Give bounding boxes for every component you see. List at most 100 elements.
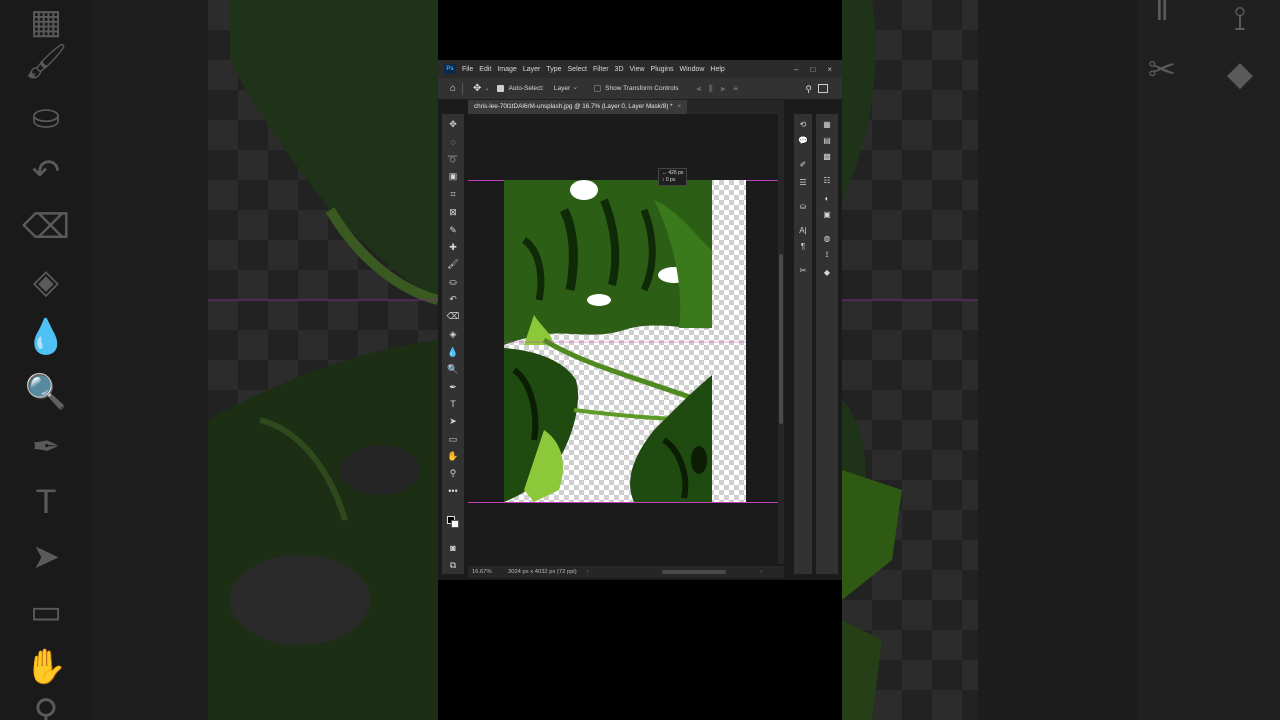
canvas-area[interactable]: ↔ 426 px ↕ 0 px <box>468 114 784 564</box>
background-color-swatch[interactable] <box>451 520 459 528</box>
toolbox: ✥ ◌ ➰ ▣ ⌗ ⊠ ✎ ✚ 🖌 ⛀ ↶ ⌫ ◈ 💧 🔍 ✒ T ➤ ▭ ✋ ⚲ ••• ◙ ⧉ <box>442 114 464 574</box>
document-tab-bar: chris-lee-70l1tDAI6rM-unsplash.jpg @ 16.… <box>468 100 784 114</box>
more-tools[interactable]: ••• <box>442 483 464 499</box>
vertical-scrollbar-thumb[interactable] <box>779 254 783 424</box>
properties-panel-icon[interactable]: ☰ <box>794 176 812 190</box>
clone-source-icon[interactable]: ⛀ <box>794 200 812 214</box>
character-panel-icon[interactable]: A| <box>794 224 812 238</box>
move-tool-preset-icon[interactable]: ✥ <box>473 83 481 94</box>
auto-select-target-dropdown[interactable]: Layer <box>554 83 579 92</box>
guide-line-bottom[interactable] <box>468 502 778 503</box>
comments-panel-icon[interactable]: 💬 <box>794 134 812 148</box>
document-info[interactable]: 3024 px x 4032 px (72 ppi) <box>508 569 577 575</box>
show-transform-checkbox[interactable] <box>594 85 602 92</box>
menu-type[interactable]: Type <box>546 66 561 73</box>
swatches-panel-icon[interactable]: ▦ <box>816 118 838 132</box>
align-center-icon[interactable]: ⫼ <box>709 84 713 94</box>
panel-dock-column-1: ⟲ 💬 ✐ ☰ ⛀ A| ¶ ✂ <box>794 114 812 574</box>
minimize-button[interactable]: – <box>794 65 798 74</box>
menu-help[interactable]: Help <box>710 66 724 73</box>
path-select-tool[interactable]: ➤ <box>442 413 464 429</box>
bg-hand-icon: ✋ <box>24 648 68 686</box>
brush-settings-icon[interactable]: ✐ <box>794 158 812 172</box>
bg-rectangle-icon: ▭ <box>29 593 63 631</box>
horizontal-scrollbar-thumb[interactable] <box>662 570 726 574</box>
menu-layer[interactable]: Layer <box>523 66 541 73</box>
clone-stamp-tool[interactable]: ⛀ <box>442 274 464 290</box>
vertical-scrollbar[interactable] <box>778 114 784 564</box>
dodge-tool[interactable]: 🔍 <box>442 361 464 377</box>
move-tool[interactable]: ✥ <box>442 116 464 132</box>
menu-window[interactable]: Window <box>680 66 705 73</box>
auto-select-checkbox[interactable] <box>497 85 505 92</box>
menu-file[interactable]: File <box>462 66 473 73</box>
channels-panel-icon[interactable]: ◍ <box>816 232 838 246</box>
libraries-panel-icon[interactable]: ◐ <box>816 192 838 206</box>
menu-select[interactable]: Select <box>568 66 587 73</box>
bg-layers-icon: ◆ <box>1226 55 1254 93</box>
healing-brush-tool[interactable]: ✚ <box>442 239 464 255</box>
menu-image[interactable]: Image <box>497 66 516 73</box>
bg-pen-icon: ✒ <box>31 428 61 466</box>
status-arrow-left-icon[interactable]: ‹ <box>587 569 589 575</box>
home-icon[interactable]: ⌂ <box>450 83 456 94</box>
adjustments-panel-icon[interactable]: ☷ <box>816 174 838 188</box>
menu-view[interactable]: View <box>630 66 645 73</box>
bg-pause-icon: ‖ <box>1154 0 1170 28</box>
menu-plugins[interactable]: Plugins <box>651 66 674 73</box>
zoom-level[interactable]: 16.67% <box>472 569 508 575</box>
status-bar: 16.67% 3024 px x 4032 px (72 ppi) ‹ › <box>468 566 784 578</box>
status-arrow-right-icon[interactable]: › <box>760 569 762 575</box>
search-icon[interactable]: ⚲ <box>805 84 812 95</box>
move-distance-tooltip: ↔ 426 px ↕ 0 px <box>658 168 688 186</box>
tooltip-vertical: ↕ 0 px <box>662 177 676 183</box>
screen-mode-icon[interactable]: ⧉ <box>442 557 464 573</box>
object-select-tool[interactable]: ▣ <box>442 168 464 184</box>
styles-panel-icon[interactable]: ▣ <box>816 208 838 222</box>
frame-tool[interactable]: ⊠ <box>442 204 464 220</box>
background-leaf-image-right <box>842 0 978 720</box>
panel-dock-column-2: ▦ ▤ ▩ ☷ ◐ ▣ ◍ ⟟ ◆ <box>816 114 838 574</box>
bg-blur-icon: 💧 <box>24 318 68 356</box>
history-panel-icon[interactable]: ⟲ <box>794 118 812 132</box>
layers-panel-icon[interactable]: ◆ <box>816 266 838 280</box>
gradients-panel-icon[interactable]: ▤ <box>816 134 838 148</box>
zoom-tool[interactable]: ⚲ <box>442 465 464 481</box>
paint-bucket-tool[interactable]: ◈ <box>442 326 464 342</box>
maximize-button[interactable]: □ <box>810 65 815 74</box>
menu-edit[interactable]: Edit <box>479 66 491 73</box>
align-right-icon[interactable]: ⫸ <box>721 84 726 94</box>
document-tab[interactable]: chris-lee-70l1tDAI6rM-unsplash.jpg @ 16.… <box>468 100 688 114</box>
options-bar: ⌂ ✥ ⌄ Auto-Select: Layer Show Transform … <box>438 78 842 100</box>
close-button[interactable]: × <box>827 65 832 74</box>
preset-chevron-icon[interactable]: ⌄ <box>484 85 489 92</box>
rectangle-tool[interactable]: ▭ <box>442 431 464 447</box>
menu-filter[interactable]: Filter <box>593 66 609 73</box>
background-left-zoom: ▦ 🖌 ⛀ ↶ ⌫ ◈ 💧 🔍 ✒ T ➤ ▭ ✋ ⚲ <box>0 0 438 720</box>
bg-bucket-icon: ◈ <box>32 263 60 301</box>
close-tab-icon[interactable]: × <box>678 103 682 110</box>
type-tool[interactable]: T <box>442 396 464 412</box>
menu-3d[interactable]: 3D <box>615 66 624 73</box>
blur-tool[interactable]: 💧 <box>442 344 464 360</box>
eraser-tool[interactable]: ⌫ <box>442 308 464 324</box>
pen-tool[interactable]: ✒ <box>442 379 464 395</box>
bg-brush-icon: 🖌 <box>24 43 68 81</box>
crop-tool[interactable]: ⌗ <box>442 186 464 202</box>
brush-tool[interactable]: 🖌 <box>442 256 464 272</box>
history-brush-tool[interactable]: ↶ <box>442 291 464 307</box>
distribute-icon[interactable]: ≡ <box>733 84 738 94</box>
paragraph-panel-icon[interactable]: ¶ <box>794 240 812 254</box>
tooltip-horizontal: ↔ 426 px <box>662 170 684 176</box>
quick-mask-icon[interactable]: ◙ <box>442 540 464 556</box>
marquee-tool[interactable]: ◌ <box>442 134 464 150</box>
hand-tool[interactable]: ✋ <box>442 448 464 464</box>
document-canvas[interactable] <box>504 180 746 502</box>
lasso-tool[interactable]: ➰ <box>442 151 464 167</box>
tools-panel-icon[interactable]: ✂ <box>794 264 812 278</box>
align-left-icon[interactable]: ⫷ <box>697 84 702 94</box>
paths-panel-icon[interactable]: ⟟ <box>816 248 838 262</box>
workspace-icon[interactable] <box>818 84 828 93</box>
patterns-panel-icon[interactable]: ▩ <box>816 150 838 164</box>
eyedropper-tool[interactable]: ✎ <box>442 222 464 238</box>
